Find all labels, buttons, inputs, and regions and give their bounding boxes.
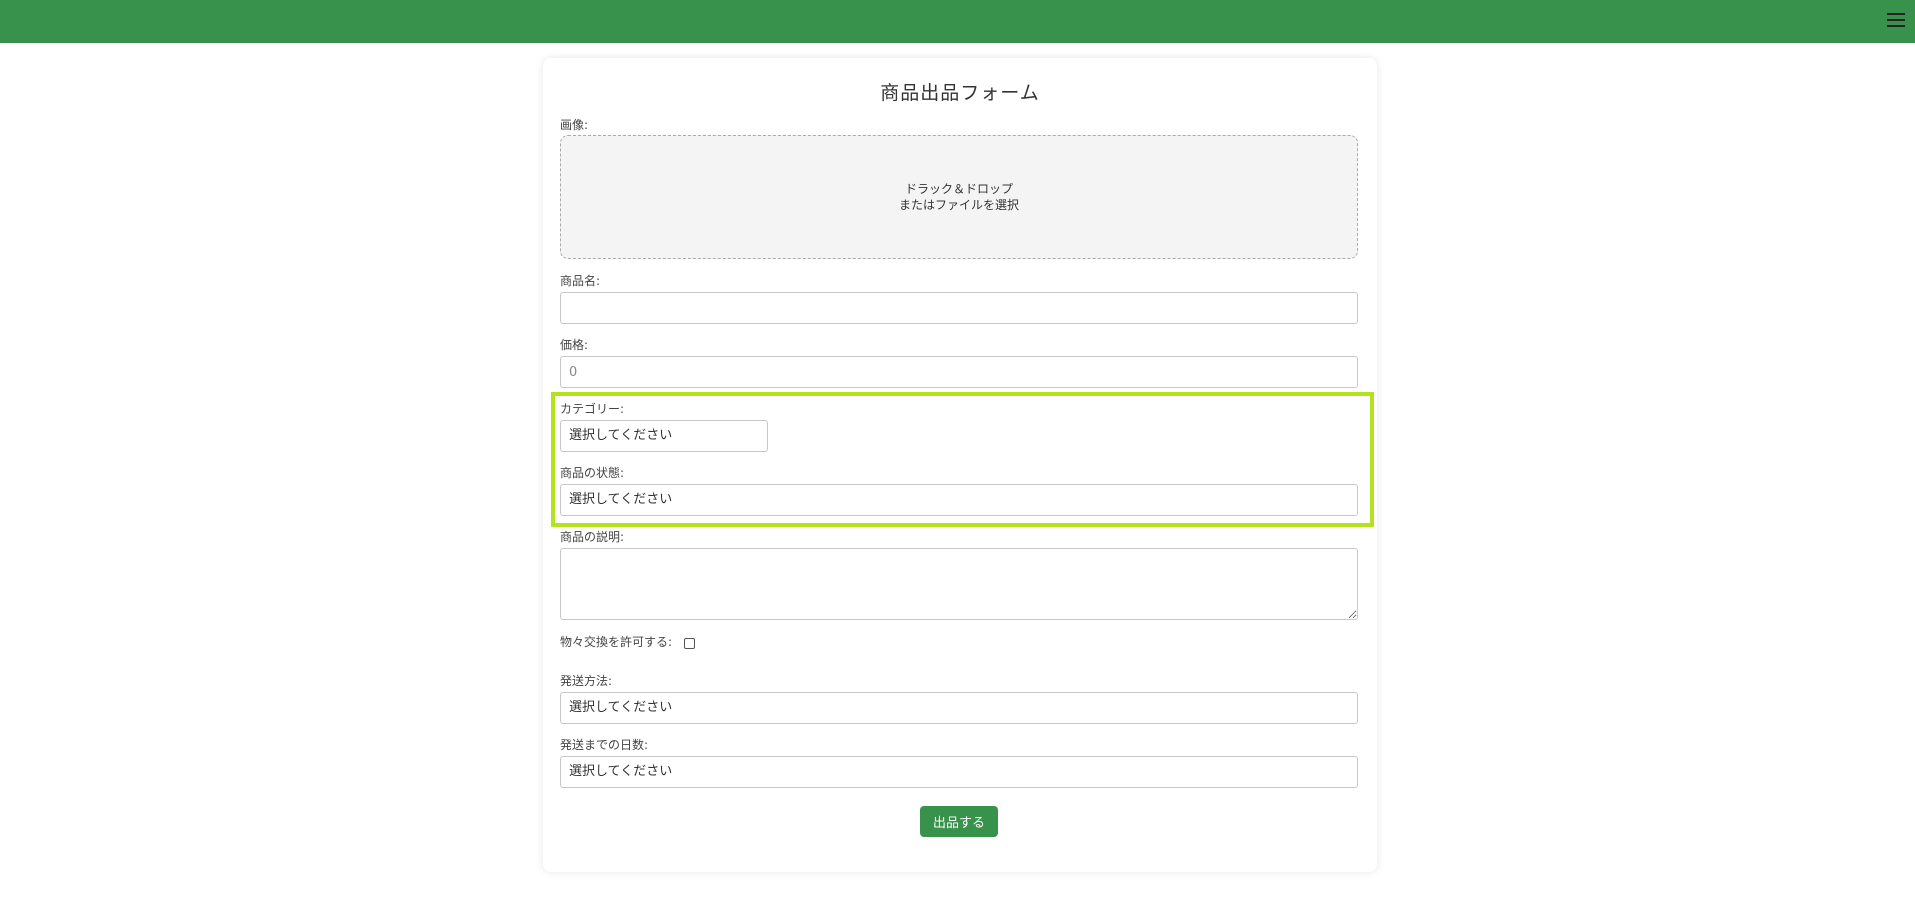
barter-checkbox[interactable] xyxy=(684,638,695,649)
top-navbar xyxy=(0,0,1915,43)
price-label: 価格: xyxy=(560,338,589,352)
shipping-days-label: 発送までの日数: xyxy=(560,738,649,752)
dropzone-text-line1: ドラック＆ドロップ xyxy=(904,182,1013,196)
shipping-days-select[interactable]: 選択してください xyxy=(560,756,1358,788)
category-select[interactable]: 選択してください xyxy=(560,420,768,452)
listing-form-card: 商品出品フォーム 画像: ドラック＆ドロップ またはファイルを選択 商品名: 価… xyxy=(543,58,1377,872)
description-textarea[interactable] xyxy=(560,548,1358,620)
shipping-method-select[interactable]: 選択してください xyxy=(560,692,1358,724)
form-title: 商品出品フォーム xyxy=(880,82,1040,104)
product-name-label: 商品名: xyxy=(560,274,601,288)
barter-label: 物々交換を許可する: xyxy=(560,635,673,649)
product-name-input[interactable] xyxy=(560,292,1358,324)
image-label: 画像: xyxy=(560,118,589,132)
price-input[interactable] xyxy=(560,356,1358,388)
category-label: カテゴリー: xyxy=(560,402,625,416)
condition-select[interactable]: 選択してください xyxy=(560,484,1358,516)
shipping-method-label: 発送方法: xyxy=(560,674,613,688)
condition-label: 商品の状態: xyxy=(560,466,625,480)
description-label: 商品の説明: xyxy=(560,530,625,544)
image-dropzone[interactable]: ドラック＆ドロップ またはファイルを選択 xyxy=(560,135,1358,259)
hamburger-menu-icon[interactable] xyxy=(1885,9,1907,31)
submit-button[interactable]: 出品する xyxy=(920,806,998,837)
dropzone-text-line2: またはファイルを選択 xyxy=(898,198,1019,212)
